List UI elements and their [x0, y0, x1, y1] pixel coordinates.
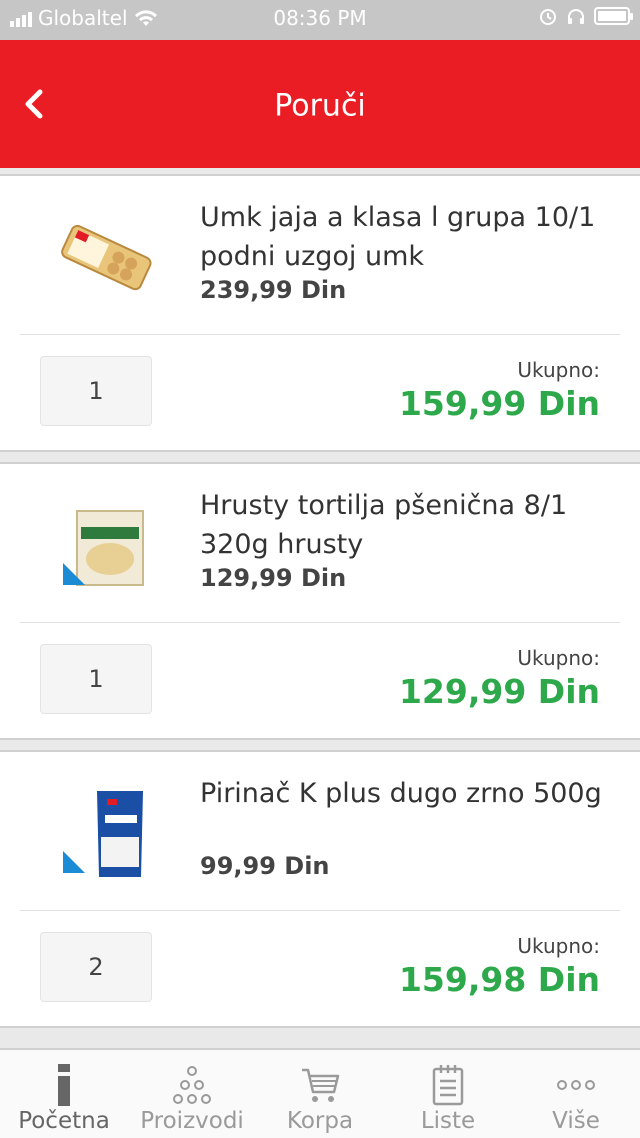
item-price: 129,99 Din [200, 564, 347, 592]
divider [20, 910, 620, 911]
item-price: 99,99 Din [200, 852, 330, 880]
item-total: 159,98 Din [398, 960, 600, 999]
tab-liste[interactable]: Liste [384, 1050, 512, 1138]
list-item: Umk jaja a klasa l grupa 10/1 podni uzgo… [0, 174, 640, 452]
tortilla-pack-icon[interactable] [50, 486, 160, 606]
item-price: 239,99 Din [200, 276, 347, 304]
egg-carton-icon[interactable] [50, 198, 160, 318]
item-name: Umk jaja a klasa l grupa 10/1 podni uzgo… [200, 202, 596, 272]
total-label: Ukupno: [517, 934, 600, 958]
tab-label: Proizvodi [140, 1108, 244, 1134]
list-item: Hrusty tortilja pšenična 8/1 320g hrusty… [0, 462, 640, 740]
list-item: Pirinač K plus dugo zrno 500g 99,99 Din … [0, 750, 640, 1028]
products-icon [173, 1066, 211, 1104]
bottom-tab-bar: Početna Proizvodi Korpa Liste Više [0, 1048, 640, 1138]
tab-label: Korpa [286, 1108, 354, 1134]
quantity-field[interactable]: 2 [40, 932, 152, 1002]
tab-proizvodi[interactable]: Proizvodi [128, 1050, 256, 1138]
alarm-icon [540, 9, 556, 25]
status-bar: Globaltel 08:36 PM [0, 0, 640, 40]
divider [20, 334, 620, 335]
cart-icon [302, 1068, 340, 1102]
item-name: Pirinač K plus dugo zrno 500g [200, 778, 602, 809]
tab-label: Početna [18, 1108, 110, 1134]
headphones-icon [568, 9, 584, 24]
item-total: 159,99 Din [398, 384, 600, 423]
order-list: Umk jaja a klasa l grupa 10/1 podni uzgo… [0, 174, 640, 1038]
app-header: Poruči [0, 40, 640, 168]
tab-vise[interactable]: Više [512, 1050, 640, 1138]
total-label: Ukupno: [517, 646, 600, 670]
tab-pocetna[interactable]: Početna [0, 1050, 128, 1138]
home-icon [58, 1064, 70, 1106]
rice-bag-icon[interactable] [50, 774, 160, 894]
quantity-field[interactable]: 1 [40, 356, 152, 426]
tab-label: Liste [420, 1108, 476, 1134]
tab-korpa[interactable]: Korpa [256, 1050, 384, 1138]
more-icon [557, 1080, 595, 1090]
item-name: Hrusty tortilja pšenična 8/1 320g hrusty [200, 490, 568, 560]
total-label: Ukupno: [517, 358, 600, 382]
list-icon [432, 1065, 464, 1106]
page-title: Poruči [274, 88, 366, 124]
tab-label: Više [552, 1108, 600, 1134]
quantity-field[interactable]: 1 [40, 644, 152, 714]
battery-icon [594, 7, 633, 25]
item-total: 129,99 Din [398, 672, 600, 711]
divider [20, 622, 620, 623]
